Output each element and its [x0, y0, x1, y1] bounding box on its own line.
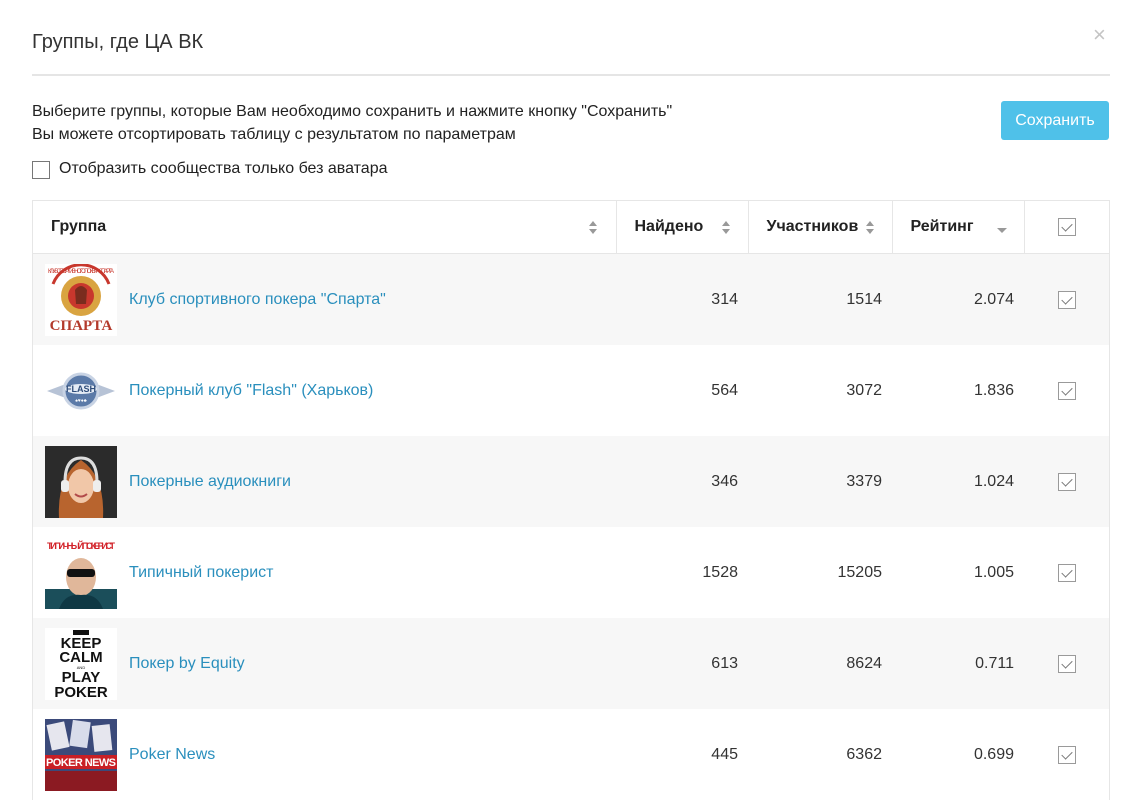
- table-row: FLASH ♠♥♦♣ Покерный клуб "Flash" (Харько…: [33, 345, 1109, 436]
- group-link[interactable]: Типичный покерист: [129, 564, 273, 582]
- select-cell: [1024, 709, 1109, 800]
- found-value: 346: [616, 436, 748, 527]
- select-cell: [1024, 436, 1109, 527]
- sort-icon[interactable]: [589, 221, 597, 235]
- rating-value: 1.005: [892, 527, 1024, 618]
- members-value: 15205: [748, 527, 892, 618]
- row-checkbox[interactable]: [1057, 563, 1076, 582]
- svg-text:♠♥♦♣: ♠♥♦♣: [75, 398, 87, 404]
- typical-poker-player-avatar[interactable]: ТИПИЧНЫЙ ПОКЕРИСТ: [45, 536, 117, 609]
- svg-text:СПАРТА: СПАРТА: [50, 318, 113, 334]
- poker-news-avatar[interactable]: POKER NEWS: [45, 718, 117, 791]
- select-cell: [1024, 253, 1109, 345]
- group-cell: KEEP CALM AND PLAY POKER Покер by Equity: [33, 618, 616, 709]
- column-header-rating-label: Рейтинг: [910, 218, 974, 235]
- group-link[interactable]: Покер by Equity: [129, 655, 245, 673]
- row-checkbox[interactable]: [1057, 381, 1076, 400]
- column-header-group-label: Группа: [51, 218, 107, 235]
- modal-header: Группы, где ЦА ВК: [32, 0, 1110, 76]
- members-value: 1514: [748, 253, 892, 345]
- found-value: 445: [616, 709, 748, 800]
- group-cell: FLASH ♠♥♦♣ Покерный клуб "Flash" (Харько…: [33, 345, 616, 436]
- sparta-logo-text: КЛУБ СПОРТИВНОГО ПОКЕРА СПАРТА: [48, 269, 114, 275]
- rating-value: 0.699: [892, 709, 1024, 800]
- modal-title: Группы, где ЦА ВК: [32, 31, 204, 53]
- group-link[interactable]: Poker News: [129, 746, 215, 764]
- found-value: 1528: [616, 527, 748, 618]
- members-value: 3379: [748, 436, 892, 527]
- flash-logo-text: FLASH: [66, 384, 96, 394]
- group-cell: КЛУБ СПОРТИВНОГО ПОКЕРА СПАРТА СПАРТА Кл…: [33, 253, 616, 345]
- group-cell: Покерные аудиокниги: [33, 436, 616, 527]
- no-avatar-filter[interactable]: Отобразить сообщества только без аватара: [32, 159, 387, 179]
- column-header-found-label: Найдено: [634, 218, 704, 235]
- row-checkbox[interactable]: [1057, 290, 1076, 309]
- sort-icon[interactable]: [865, 221, 874, 235]
- svg-text:CALM: CALM: [59, 649, 102, 666]
- poker-news-text: POKER NEWS: [46, 757, 116, 769]
- sort-desc-icon[interactable]: [996, 228, 1007, 233]
- no-avatar-filter-label: Отобразить сообщества только без аватара: [59, 160, 388, 177]
- found-value: 314: [616, 253, 748, 345]
- flash-logo-avatar[interactable]: FLASH ♠♥♦♣: [45, 354, 117, 427]
- rating-value: 1.836: [892, 345, 1024, 436]
- row-checkbox[interactable]: [1057, 472, 1076, 491]
- column-header-select-all[interactable]: [1024, 201, 1109, 254]
- row-checkbox[interactable]: [1057, 654, 1076, 673]
- column-header-members[interactable]: Участников: [748, 201, 893, 254]
- keep-calm-poster-avatar[interactable]: KEEP CALM AND PLAY POKER: [45, 627, 117, 700]
- found-value: 564: [616, 345, 748, 436]
- table-row: POKER NEWS Poker News 445 6362 0.699: [33, 709, 1109, 800]
- table-row: КЛУБ СПОРТИВНОГО ПОКЕРА СПАРТА СПАРТА Кл…: [33, 253, 1109, 345]
- rating-value: 1.024: [892, 436, 1024, 527]
- row-checkbox[interactable]: [1057, 745, 1076, 764]
- sparta-logo-avatar[interactable]: КЛУБ СПОРТИВНОГО ПОКЕРА СПАРТА СПАРТА: [45, 263, 117, 336]
- close-icon[interactable]: ×: [1093, 24, 1106, 46]
- members-value: 6362: [748, 709, 892, 800]
- select-cell: [1024, 527, 1109, 618]
- save-button[interactable]: Сохранить: [1001, 101, 1109, 140]
- sort-icon[interactable]: [721, 221, 730, 235]
- column-header-found[interactable]: Найдено: [616, 201, 749, 254]
- rating-value: 0.711: [892, 618, 1024, 709]
- groups-table: Группа Найдено Участников Рейтинг КЛУБ С…: [32, 200, 1110, 800]
- group-cell: POKER NEWS Poker News: [33, 709, 616, 800]
- table-row: Покерные аудиокниги 346 3379 1.024: [33, 436, 1109, 527]
- instructions: Выберите группы, которые Вам необходимо …: [32, 100, 672, 146]
- rating-value: 2.074: [892, 253, 1024, 345]
- select-cell: [1024, 345, 1109, 436]
- table-row: ТИПИЧНЫЙ ПОКЕРИСТ Типичный покерист 1528…: [33, 527, 1109, 618]
- instructions-line-2: Вы можете отсортировать таблицу с резуль…: [32, 126, 516, 143]
- table-row: KEEP CALM AND PLAY POKER Покер by Equity…: [33, 618, 1109, 709]
- column-header-members-label: Участников: [766, 218, 859, 235]
- group-link[interactable]: Покерный клуб "Flash" (Харьков): [129, 382, 373, 400]
- woman-headphones-avatar[interactable]: [45, 445, 117, 518]
- group-link[interactable]: Клуб спортивного покера "Спарта": [129, 291, 386, 309]
- no-avatar-checkbox[interactable]: [32, 161, 50, 179]
- column-header-rating[interactable]: Рейтинг: [892, 201, 1025, 254]
- column-header-group[interactable]: Группа: [33, 201, 617, 254]
- table-header-row: Группа Найдено Участников Рейтинг: [33, 201, 1109, 254]
- svg-text:POKER: POKER: [54, 684, 108, 700]
- instructions-line-1: Выберите группы, которые Вам необходимо …: [32, 103, 673, 120]
- group-link[interactable]: Покерные аудиокниги: [129, 473, 291, 491]
- select-cell: [1024, 618, 1109, 709]
- members-value: 3072: [748, 345, 892, 436]
- found-value: 613: [616, 618, 748, 709]
- members-value: 8624: [748, 618, 892, 709]
- select-all-checkbox[interactable]: [1057, 218, 1076, 236]
- group-cell: ТИПИЧНЫЙ ПОКЕРИСТ Типичный покерист: [33, 527, 616, 618]
- typical-poker-player-text: ТИПИЧНЫЙ ПОКЕРИСТ: [47, 540, 116, 551]
